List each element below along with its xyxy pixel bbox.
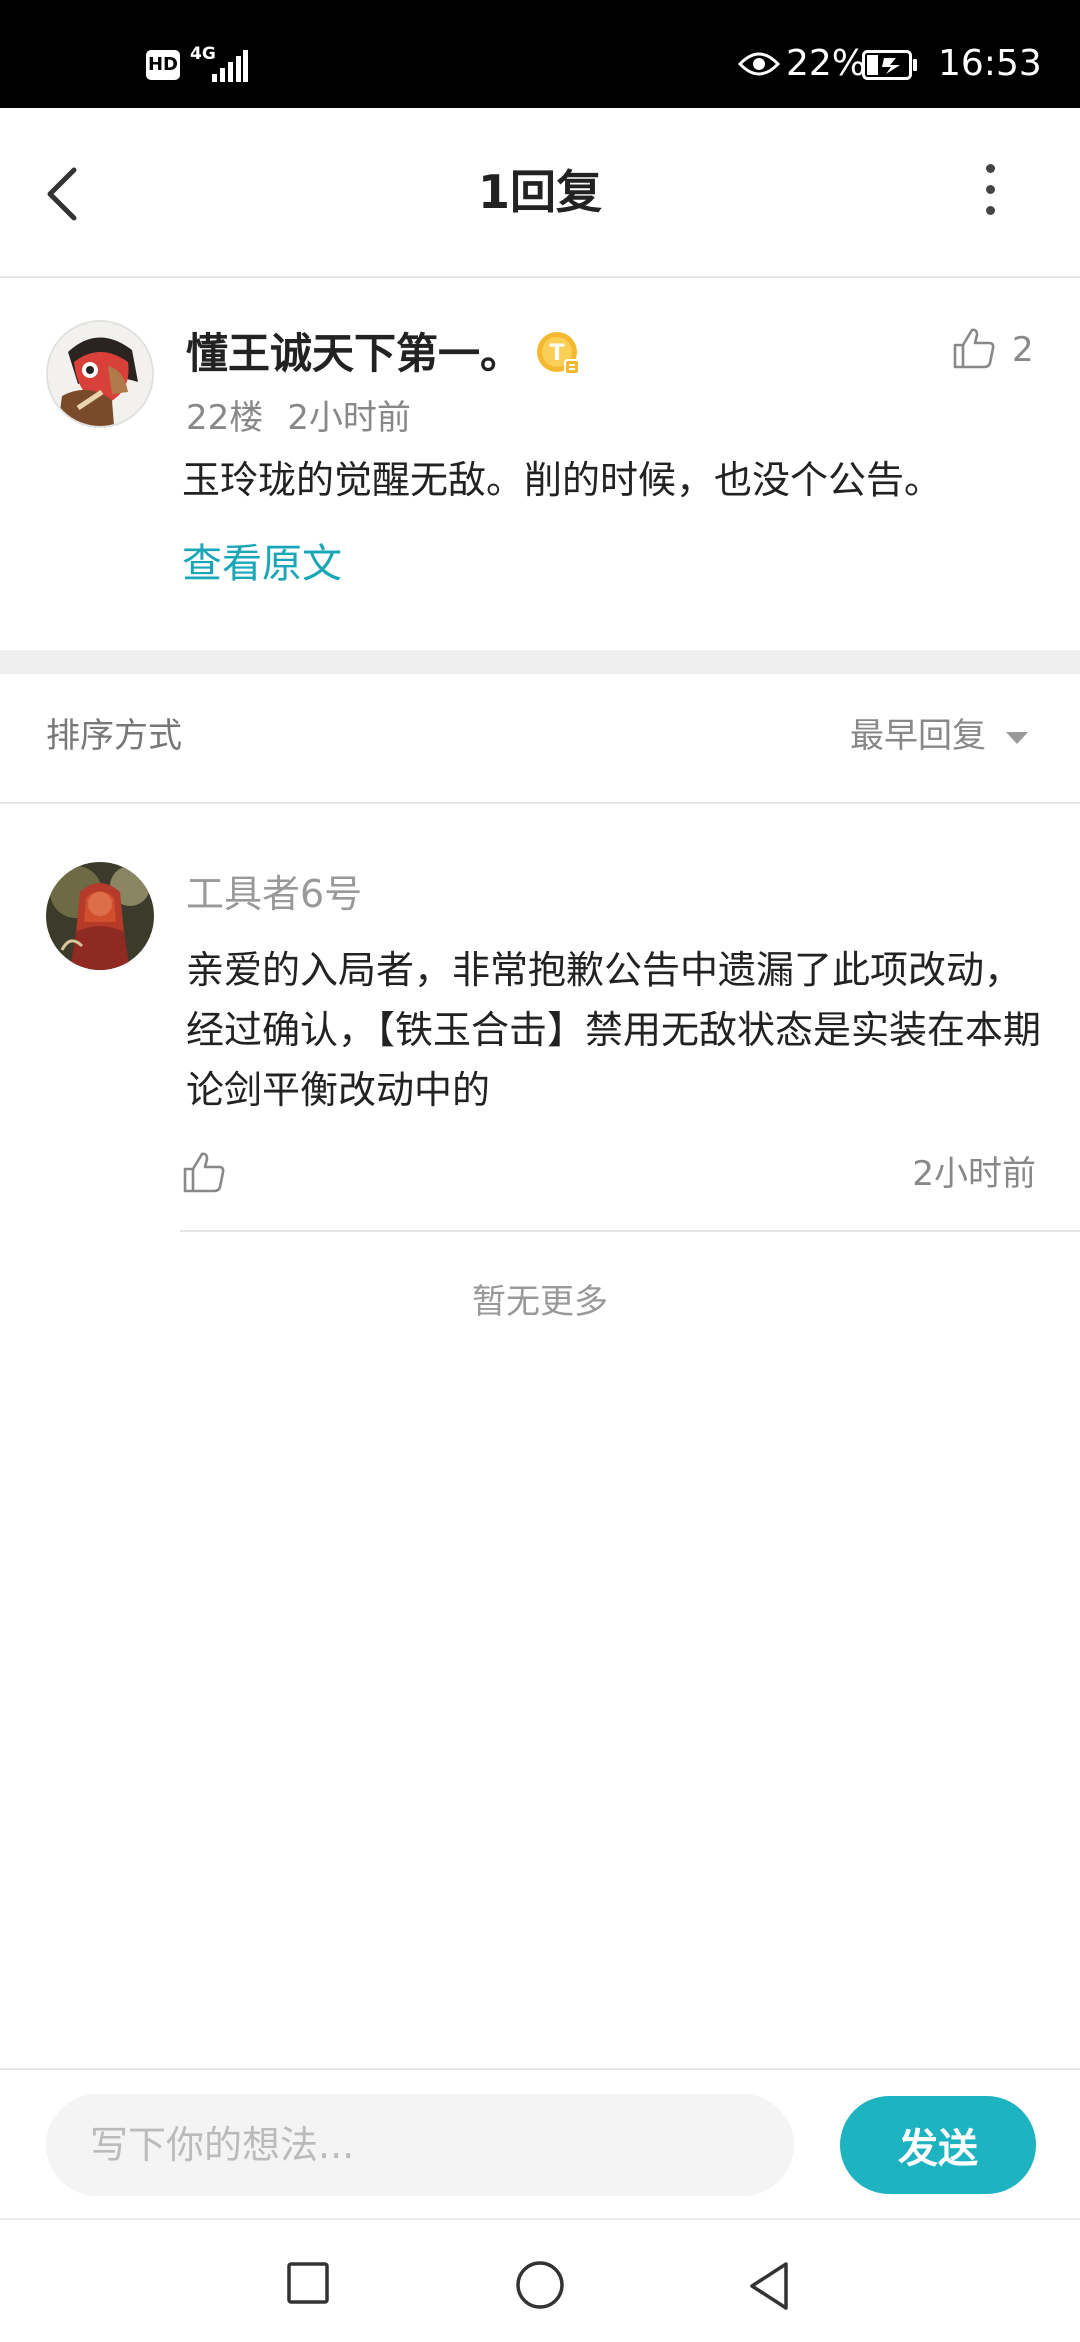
thumbs-up-icon[interactable]: [182, 1150, 226, 1194]
more-vertical-icon[interactable]: [984, 164, 996, 216]
section-divider: [0, 650, 1080, 674]
composer-bar: 发送: [0, 2068, 1080, 2220]
gold-t-badge-icon: T: [537, 332, 580, 375]
thumbs-up-icon[interactable]: [952, 326, 996, 370]
reply-content: 亲爱的入局者，非常抱歉公告中遗漏了此项改动，经过确认，【铁玉合击】禁用无敌状态是…: [186, 948, 1042, 1112]
op-username[interactable]: 懂王诚天下第一。: [186, 326, 522, 382]
status-bar: HD 4G 22% 16:53: [0, 0, 1080, 108]
sort-label: 排序方式: [46, 716, 182, 756]
top-app-bar: 1回复: [0, 108, 1080, 278]
op-content: 玉玲珑的觉醒无敌。削的时候，也没个公告。: [182, 458, 943, 502]
recent-apps-icon[interactable]: [287, 2262, 329, 2304]
reply-username[interactable]: 工具者6号: [186, 868, 362, 920]
sort-row: 排序方式 最早回复: [0, 674, 1080, 804]
eye-icon: [738, 52, 780, 76]
home-icon[interactable]: [515, 2260, 565, 2310]
view-original-link[interactable]: 查看原文: [182, 536, 342, 592]
reply-avatar[interactable]: [46, 862, 154, 970]
reply-divider: [180, 1230, 1080, 1232]
reply-avatar-image: [46, 862, 154, 970]
op-time: 2小时前: [287, 398, 411, 438]
send-button[interactable]: 发送: [840, 2096, 1036, 2194]
op-avatar[interactable]: [46, 320, 154, 428]
op-like-count: 2: [1012, 330, 1034, 370]
caret-down-icon[interactable]: [1006, 732, 1028, 744]
hd-indicator: HD: [146, 50, 180, 80]
comment-input[interactable]: [46, 2094, 794, 2196]
signal-icon: [212, 50, 248, 82]
battery-icon: [862, 50, 917, 80]
page-title: 1回复: [477, 165, 602, 219]
op-meta: 22楼 2小时前: [186, 396, 411, 440]
system-nav-bar: [0, 2218, 1080, 2342]
op-floor: 22楼: [186, 398, 264, 438]
svg-text:T: T: [549, 341, 564, 366]
battery-percent: 22%: [786, 43, 867, 84]
op-avatar-image: [48, 322, 152, 426]
sort-dropdown[interactable]: 最早回复: [850, 714, 986, 758]
nav-back-icon[interactable]: [748, 2260, 790, 2312]
no-more-text: 暂无更多: [472, 1282, 608, 1322]
clock: 16:53: [938, 43, 1042, 84]
reply-time: 2小时前: [912, 1154, 1036, 1194]
